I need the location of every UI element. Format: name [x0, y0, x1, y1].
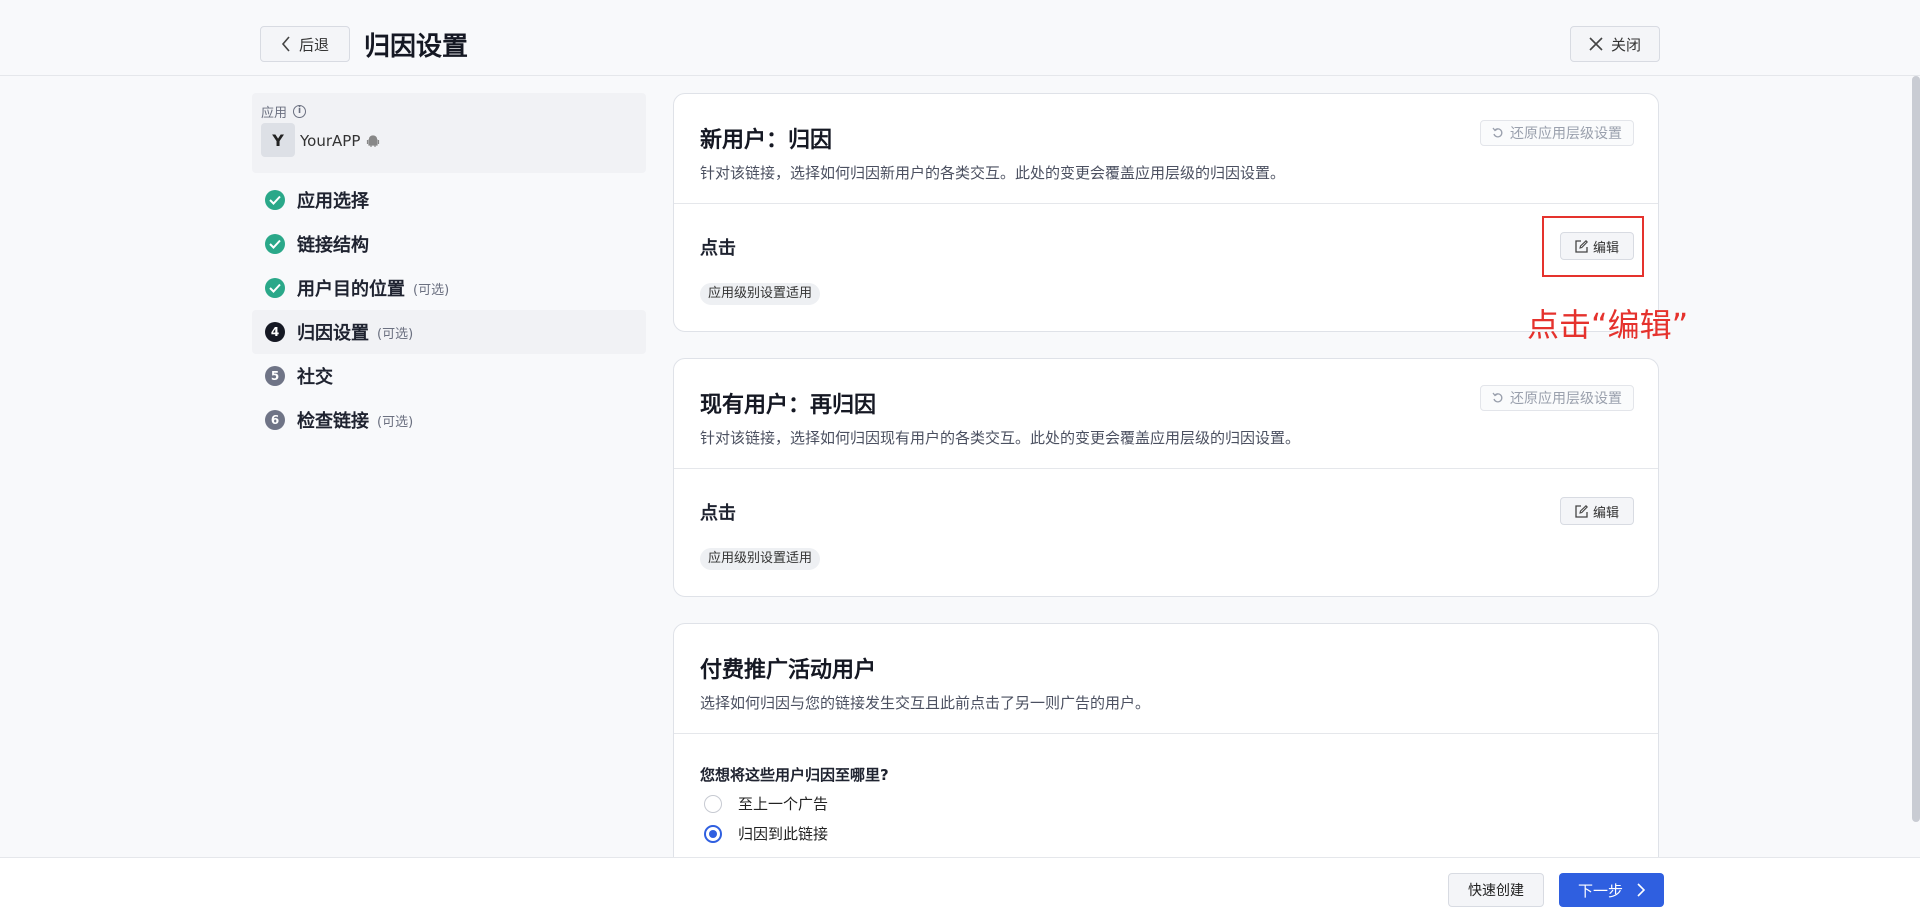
existing-users-card: 现有用户：再归因 针对该链接，选择如何归因现有用户的各类交互。此处的变更会覆盖应… — [673, 358, 1659, 597]
new-users-card: 新用户：归因 针对该链接，选择如何归因新用户的各类交互。此处的变更会覆盖应用层级… — [673, 93, 1659, 332]
reset-app-settings-button[interactable]: 还原应用层级设置 — [1480, 120, 1634, 146]
check-icon — [265, 278, 285, 298]
step-number: 6 — [265, 410, 285, 430]
step-link-structure[interactable]: 链接结构 — [252, 222, 646, 266]
section-label: 点击 — [700, 503, 736, 524]
step-optional-tag: (可选) — [377, 414, 414, 430]
app-avatar: Y — [261, 123, 295, 157]
app-label: 应用 i — [261, 102, 307, 121]
app-name: YourAPP — [300, 132, 380, 150]
step-label: 检查链接 — [297, 411, 369, 432]
question-label: 您想将这些用户归因至哪里? — [700, 766, 889, 784]
app-name-text: YourAPP — [300, 132, 361, 150]
next-button[interactable]: 下一步 — [1559, 873, 1664, 907]
step-social[interactable]: 5 社交 — [252, 354, 646, 398]
step-optional-tag: (可选) — [413, 282, 450, 298]
radio-label: 至上一个广告 — [738, 795, 829, 813]
step-label: 社交 — [297, 367, 333, 388]
info-icon[interactable]: i — [293, 105, 307, 118]
header-bar: 后退 归因设置 关闭 — [0, 0, 1920, 76]
android-icon — [367, 135, 380, 147]
close-icon — [1589, 37, 1603, 51]
card-description: 选择如何归因与您的链接发生交互且此前点击了另一则广告的用户。 — [700, 694, 1151, 712]
back-button-label: 后退 — [298, 35, 329, 54]
step-number: 5 — [265, 366, 285, 386]
step-list: 应用选择 链接结构 用户目的位置 (可选) 4 归因设置 (可选) 5 社交 6… — [252, 178, 646, 442]
step-label: 链接结构 — [297, 235, 369, 256]
step-optional-tag: (可选) — [377, 326, 414, 342]
annotation-highlight-box — [1542, 216, 1644, 277]
close-button[interactable]: 关闭 — [1570, 26, 1660, 62]
back-button[interactable]: 后退 — [260, 26, 350, 62]
scrollbar[interactable] — [1912, 76, 1920, 822]
radio-button-selected[interactable] — [704, 824, 722, 843]
step-label: 归因设置 — [297, 323, 369, 344]
card-description: 针对该链接，选择如何归因新用户的各类交互。此处的变更会覆盖应用层级的归因设置。 — [700, 164, 1286, 182]
chevron-left-icon — [281, 36, 290, 52]
reset-app-settings-button[interactable]: 还原应用层级设置 — [1480, 385, 1634, 411]
card-header: 付费推广活动用户 选择如何归因与您的链接发生交互且此前点击了另一则广告的用户。 — [674, 624, 1658, 734]
status-tag: 应用级别设置适用 — [700, 548, 821, 570]
check-icon — [265, 190, 285, 210]
card-description: 针对该链接，选择如何归因现有用户的各类交互。此处的变更会覆盖应用层级的归因设置。 — [700, 429, 1301, 447]
radio-button[interactable] — [704, 794, 722, 813]
close-button-label: 关闭 — [1610, 35, 1641, 54]
chevron-right-icon — [1637, 883, 1645, 897]
click-section: 点击 编辑 应用级别设置适用 — [674, 204, 1658, 331]
edit-label: 编辑 — [1592, 505, 1619, 521]
click-section: 点击 编辑 应用级别设置适用 — [674, 469, 1658, 596]
step-label: 用户目的位置 — [297, 279, 405, 300]
next-label: 下一步 — [1577, 881, 1623, 900]
radio-option-last-ad[interactable]: 至上一个广告 — [704, 793, 828, 814]
step-number: 4 — [265, 322, 285, 342]
annotation-text: 点击“编辑” — [1527, 306, 1689, 344]
undo-icon — [1492, 392, 1503, 403]
status-tag: 应用级别设置适用 — [700, 283, 821, 305]
card-header: 现有用户：再归因 针对该链接，选择如何归因现有用户的各类交互。此处的变更会覆盖应… — [674, 359, 1658, 469]
section-label: 点击 — [700, 238, 736, 259]
undo-icon — [1492, 127, 1503, 138]
app-label-text: 应用 — [261, 106, 288, 121]
radio-label: 归因到此链接 — [738, 825, 829, 843]
check-icon — [265, 234, 285, 254]
reset-label: 还原应用层级设置 — [1510, 391, 1622, 407]
step-check-link[interactable]: 6 检查链接 (可选) — [252, 398, 646, 442]
quick-create-button[interactable]: 快速创建 — [1448, 873, 1544, 907]
step-user-destination[interactable]: 用户目的位置 (可选) — [252, 266, 646, 310]
step-attribution-settings[interactable]: 4 归因设置 (可选) — [252, 310, 646, 354]
card-header: 新用户：归因 针对该链接，选择如何归因新用户的各类交互。此处的变更会覆盖应用层级… — [674, 94, 1658, 204]
edit-icon — [1575, 504, 1588, 518]
radio-option-this-link[interactable]: 归因到此链接 — [704, 823, 828, 844]
step-app-selection[interactable]: 应用选择 — [252, 178, 646, 222]
page-title: 归因设置 — [364, 32, 469, 62]
step-label: 应用选择 — [297, 191, 369, 212]
reset-label: 还原应用层级设置 — [1510, 126, 1622, 142]
edit-button[interactable]: 编辑 — [1560, 497, 1634, 525]
card-title: 付费推广活动用户 — [700, 658, 877, 683]
footer-bar: 快速创建 下一步 — [0, 857, 1920, 919]
